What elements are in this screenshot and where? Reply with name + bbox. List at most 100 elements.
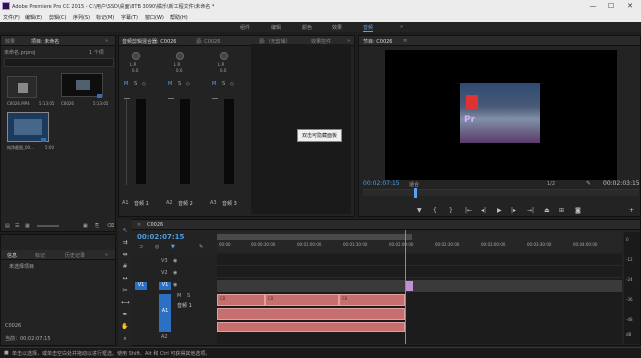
time-ruler[interactable]: 00:00 00:00:30:00 00:01:00:00 00:01:30:0… bbox=[217, 232, 622, 252]
list-view-icon[interactable]: ☰ bbox=[15, 223, 19, 229]
program-scrub-bar[interactable] bbox=[363, 189, 639, 196]
fit-dropdown[interactable]: 适合 bbox=[409, 181, 419, 188]
add-button-icon[interactable]: + bbox=[629, 207, 634, 214]
tab-sequence[interactable]: C0026 bbox=[147, 222, 163, 228]
close-button[interactable]: ✕ bbox=[625, 1, 635, 11]
workspace-editing[interactable]: 编辑 bbox=[271, 24, 281, 31]
extract-icon[interactable]: ⊞ bbox=[559, 207, 564, 214]
go-to-out-icon[interactable]: →| bbox=[527, 207, 534, 214]
export-frame-icon[interactable]: ◙ bbox=[575, 207, 581, 214]
pen-tool-icon[interactable]: ✒ bbox=[121, 311, 129, 320]
go-to-in-icon[interactable]: |← bbox=[465, 207, 472, 214]
volume-fader[interactable] bbox=[168, 98, 174, 99]
tab-program[interactable]: 节目: C0026 bbox=[363, 38, 393, 45]
rolling-edit-tool-icon[interactable]: # bbox=[121, 263, 129, 272]
video-clip[interactable] bbox=[405, 281, 413, 291]
menu-help[interactable]: 帮助(H) bbox=[170, 14, 188, 21]
audio-clip-row[interactable] bbox=[217, 308, 405, 320]
tab-project[interactable]: 项目: 未命名 bbox=[31, 38, 59, 45]
new-bin-icon[interactable]: ▣ bbox=[83, 223, 88, 229]
solo-icon[interactable]: S bbox=[134, 81, 137, 87]
tab-info[interactable]: 信息 bbox=[7, 252, 17, 259]
tab-history[interactable]: 历史记录 bbox=[65, 252, 85, 259]
project-item-thumbnail[interactable] bbox=[7, 76, 37, 98]
workspace-more[interactable]: » bbox=[400, 24, 403, 30]
write-keyframes-icon[interactable]: ◇ bbox=[230, 81, 234, 87]
menu-marker[interactable]: 标记(M) bbox=[96, 14, 114, 21]
workspace-color[interactable]: 颜色 bbox=[302, 24, 312, 31]
pan-knob[interactable] bbox=[220, 52, 228, 60]
playhead[interactable] bbox=[414, 188, 417, 198]
step-forward-icon[interactable]: |▸ bbox=[511, 207, 516, 214]
tab-more[interactable]: » bbox=[105, 38, 108, 44]
pan-knob[interactable] bbox=[176, 52, 184, 60]
close-icon[interactable]: ✕ bbox=[137, 222, 141, 228]
audio-clip[interactable]: C0 bbox=[217, 294, 265, 306]
work-area-bar[interactable] bbox=[217, 234, 412, 240]
track-v1[interactable] bbox=[217, 280, 622, 292]
timeline-playhead[interactable] bbox=[405, 230, 406, 344]
mute-icon[interactable]: M bbox=[212, 81, 216, 87]
track-a2-label[interactable]: A2 bbox=[161, 334, 168, 340]
rate-stretch-tool-icon[interactable]: ↔ bbox=[121, 275, 129, 284]
mark-in-icon[interactable]: { bbox=[433, 207, 437, 214]
mark-out-icon[interactable]: } bbox=[449, 207, 453, 214]
quality-dropdown[interactable]: 1/2 bbox=[547, 181, 555, 187]
eye-icon[interactable]: ◉ bbox=[173, 270, 177, 276]
write-keyframes-icon[interactable]: ◇ bbox=[142, 81, 146, 87]
track-v2[interactable] bbox=[217, 268, 622, 278]
zoom-tool-icon[interactable]: ⌕ bbox=[121, 335, 129, 344]
step-back-icon[interactable]: ◂| bbox=[481, 207, 486, 214]
pan-knob[interactable] bbox=[132, 52, 140, 60]
panel-menu-icon[interactable]: ≡ bbox=[403, 38, 407, 44]
project-search-field[interactable] bbox=[4, 58, 114, 67]
mute-icon[interactable]: M bbox=[124, 81, 128, 87]
solo-icon[interactable]: S bbox=[222, 81, 225, 87]
tab-effects[interactable]: 效果 bbox=[5, 38, 15, 45]
audio-clip[interactable]: C0 bbox=[339, 294, 405, 306]
source-patch-v1[interactable]: V1 bbox=[135, 282, 147, 290]
linked-selection-icon[interactable]: ◎ bbox=[155, 244, 159, 250]
program-video-frame[interactable]: Pr bbox=[385, 50, 617, 180]
menu-edit[interactable]: 编辑(E) bbox=[25, 14, 42, 21]
write-keyframes-icon[interactable]: ◇ bbox=[186, 81, 190, 87]
menu-clip[interactable]: 剪辑(C) bbox=[49, 14, 66, 21]
menu-window[interactable]: 窗口(W) bbox=[145, 14, 164, 21]
maximize-button[interactable]: ☐ bbox=[606, 1, 616, 11]
mute-icon[interactable]: M bbox=[168, 81, 172, 87]
hand-tool-icon[interactable]: ✋ bbox=[121, 323, 129, 332]
delete-icon[interactable]: ⌫ bbox=[107, 223, 114, 229]
solo-icon[interactable]: S bbox=[178, 81, 181, 87]
snap-icon[interactable]: ⊃ bbox=[139, 244, 143, 250]
new-item-icon[interactable]: ⎘ bbox=[95, 223, 99, 229]
lift-icon[interactable]: ⏏ bbox=[544, 207, 550, 214]
timeline-timecode[interactable]: 00:02:07:15 bbox=[137, 233, 184, 241]
icon-view-icon[interactable]: ▦ bbox=[25, 223, 30, 229]
volume-fader[interactable] bbox=[124, 98, 130, 99]
volume-fader[interactable] bbox=[212, 98, 218, 99]
play-icon[interactable]: ▶ bbox=[497, 207, 502, 214]
mute-icon[interactable]: M bbox=[177, 293, 181, 299]
audio-clip[interactable]: C0 bbox=[265, 294, 339, 306]
workspace-effects[interactable]: 效果 bbox=[332, 24, 342, 31]
track-v2-label[interactable]: V2 bbox=[161, 270, 168, 276]
wrench-icon[interactable]: ✎ bbox=[199, 244, 203, 250]
track-a1-label[interactable]: A1 bbox=[159, 294, 171, 332]
menu-file[interactable]: 文件(F) bbox=[3, 14, 20, 21]
track-v3-label[interactable]: V3 bbox=[161, 258, 168, 264]
track-select-tool-icon[interactable]: ⇉ bbox=[121, 239, 129, 248]
tab-source[interactable]: 源: C0026 bbox=[196, 38, 221, 45]
track-v3[interactable] bbox=[217, 256, 622, 266]
add-marker-icon[interactable]: ▼ bbox=[417, 207, 422, 214]
tab-more[interactable]: » bbox=[105, 252, 108, 258]
tab-audio-clip-mixer[interactable]: 音频剪辑混合器: C0026 bbox=[122, 38, 177, 45]
tracks-area[interactable]: C0 C0 C0 bbox=[217, 230, 622, 344]
workspace-assembly[interactable]: 组件 bbox=[240, 24, 250, 31]
workspace-audio[interactable]: 音频 bbox=[363, 24, 374, 32]
track-v1-label[interactable]: V1 bbox=[159, 282, 171, 290]
lock-icon[interactable]: ▤ bbox=[5, 223, 10, 229]
eye-icon[interactable]: ◉ bbox=[173, 258, 177, 264]
menu-sequence[interactable]: 序列(S) bbox=[73, 14, 90, 21]
audio-clip-row[interactable] bbox=[217, 322, 405, 332]
slip-tool-icon[interactable]: ⟷ bbox=[121, 299, 130, 308]
